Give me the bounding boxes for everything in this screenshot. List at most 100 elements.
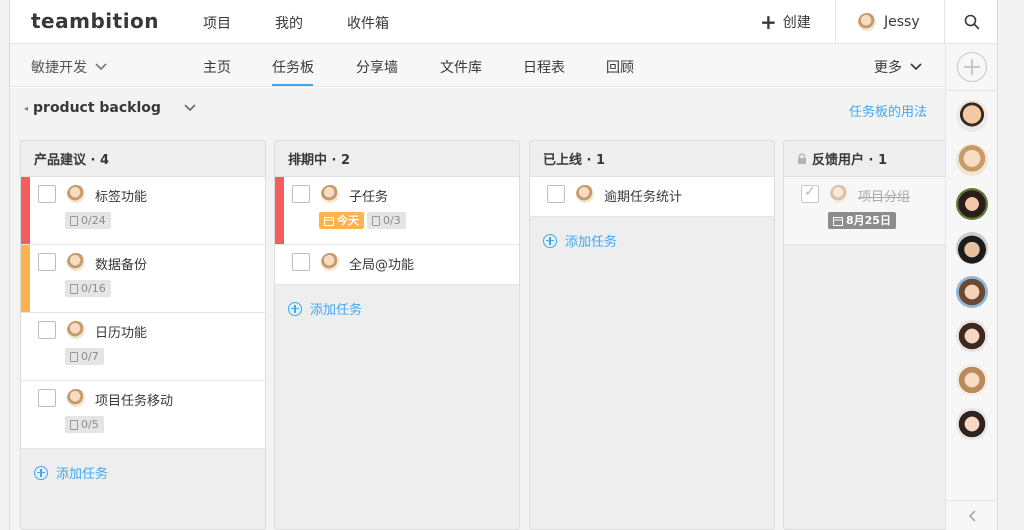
user-menu[interactable]: Jessy xyxy=(835,0,945,44)
task-title: 数据备份 xyxy=(95,258,148,273)
add-task-button[interactable]: 添加任务 xyxy=(275,285,519,332)
nav-mine[interactable]: 我的 xyxy=(275,13,303,33)
assignee-avatar xyxy=(67,185,85,203)
task-card[interactable]: 标签功能 0/24 xyxy=(21,177,265,245)
stage-bar: ◂ product backlog 任务板的用法 xyxy=(10,88,945,130)
member-avatar[interactable] xyxy=(956,188,988,220)
due-date-badge: 今天 xyxy=(319,212,364,229)
column-scheduling: 排期中 · 2 子任务 今天 0/3 全局@功能 添加任务 xyxy=(274,140,520,530)
task-title: 逾期任务统计 xyxy=(604,190,683,205)
add-task-button[interactable]: 添加任务 xyxy=(21,449,265,496)
subtask-icon xyxy=(70,351,78,362)
more-menu[interactable]: 更多 xyxy=(874,57,922,77)
tab-home[interactable]: 主页 xyxy=(203,57,231,77)
calendar-icon xyxy=(833,216,843,226)
nav-inbox[interactable]: 收件箱 xyxy=(347,13,389,33)
task-card[interactable]: 子任务 今天 0/3 xyxy=(275,177,519,245)
member-avatar[interactable] xyxy=(956,408,988,440)
assignee-avatar xyxy=(67,389,85,407)
task-checkbox[interactable] xyxy=(38,253,56,271)
add-circle-icon xyxy=(288,301,302,316)
project-name: 敏捷开发 xyxy=(31,60,87,76)
user-avatar xyxy=(858,13,876,31)
priority-bar xyxy=(21,245,30,312)
lock-icon xyxy=(798,153,806,164)
task-card[interactable]: 项目分组 8月25日 xyxy=(784,177,952,245)
add-circle-icon xyxy=(543,233,557,248)
member-avatar[interactable] xyxy=(956,144,988,176)
task-card[interactable]: 项目任务移动 0/5 xyxy=(21,381,265,449)
column-feedback-users: 反馈用户 · 1 项目分组 8月25日 xyxy=(783,140,953,530)
chevron-down-icon xyxy=(184,104,196,112)
task-card[interactable]: 全局@功能 xyxy=(275,245,519,285)
assignee-avatar xyxy=(67,253,85,271)
column-product-suggestions: 产品建议 · 4 标签功能 0/24 数据备份 0/16 日历功能 0/7 项目… xyxy=(20,140,266,530)
assignee-avatar xyxy=(67,321,85,339)
task-card[interactable]: 日历功能 0/7 xyxy=(21,313,265,381)
subtask-icon xyxy=(372,215,380,226)
task-checkbox[interactable] xyxy=(38,185,56,203)
column-header[interactable]: 已上线 · 1 xyxy=(530,141,774,177)
member-avatar[interactable] xyxy=(956,364,988,396)
tab-files[interactable]: 文件库 xyxy=(440,57,482,77)
column-header[interactable]: 产品建议 · 4 xyxy=(21,141,265,177)
add-task-label: 添加任务 xyxy=(56,467,109,482)
task-checkbox[interactable] xyxy=(292,185,310,203)
column-title: 反馈用户 · 1 xyxy=(812,153,888,168)
task-checkbox[interactable] xyxy=(292,253,310,271)
column-title: 排期中 · 2 xyxy=(288,153,351,168)
plus-icon: + xyxy=(760,10,777,34)
add-member-icon[interactable] xyxy=(957,52,987,82)
task-board: 产品建议 · 4 标签功能 0/24 数据备份 0/16 日历功能 0/7 项目… xyxy=(10,130,953,530)
member-avatar[interactable] xyxy=(956,276,988,308)
calendar-icon xyxy=(324,216,334,226)
tab-share-wall[interactable]: 分享墙 xyxy=(356,57,398,77)
logo[interactable]: teambition xyxy=(31,9,159,33)
task-card[interactable]: 数据备份 0/16 xyxy=(21,245,265,313)
project-bar: 敏捷开发 主页 任务板 分享墙 文件库 日程表 回顾 更多 xyxy=(10,44,945,87)
active-tab-indicator xyxy=(272,84,313,86)
task-checkbox-checked[interactable] xyxy=(801,184,819,203)
member-avatar[interactable] xyxy=(956,232,988,264)
tab-review[interactable]: 回顾 xyxy=(606,57,634,77)
priority-bar xyxy=(21,177,30,244)
top-bar: teambition 项目 我的 收件箱 + 创建 Jessy xyxy=(10,0,997,44)
create-button[interactable]: + 创建 xyxy=(760,12,811,32)
stage-selector[interactable]: ◂ product backlog xyxy=(24,100,196,116)
subtask-badge: 0/7 xyxy=(65,348,104,365)
more-label: 更多 xyxy=(874,60,902,76)
column-header[interactable]: 反馈用户 · 1 xyxy=(784,141,952,177)
search-button[interactable] xyxy=(946,0,997,44)
column-header[interactable]: 排期中 · 2 xyxy=(275,141,519,177)
add-task-button[interactable]: 添加任务 xyxy=(530,217,774,264)
task-title: 全局@功能 xyxy=(349,258,415,273)
app-window: teambition 项目 我的 收件箱 + 创建 Jessy 敏捷开发 主页 … xyxy=(10,0,997,530)
task-card[interactable]: 逾期任务统计 xyxy=(530,177,774,217)
task-checkbox[interactable] xyxy=(547,185,565,203)
tab-taskboard[interactable]: 任务板 xyxy=(272,57,314,77)
project-switcher[interactable]: 敏捷开发 xyxy=(31,57,107,77)
divider xyxy=(946,90,997,91)
task-checkbox[interactable] xyxy=(38,321,56,339)
subtask-badge: 0/3 xyxy=(367,212,406,229)
tab-calendar[interactable]: 日程表 xyxy=(523,57,565,77)
nav-projects[interactable]: 项目 xyxy=(203,13,231,33)
taskboard-help-link[interactable]: 任务板的用法 xyxy=(849,101,927,120)
subtask-icon xyxy=(70,215,78,226)
assignee-avatar xyxy=(321,185,339,203)
member-avatar[interactable] xyxy=(956,320,988,352)
search-icon xyxy=(964,14,979,30)
member-avatar[interactable] xyxy=(956,100,988,132)
collapse-sidebar-button[interactable] xyxy=(946,500,997,530)
subtask-icon xyxy=(70,283,78,294)
subtask-badge: 0/5 xyxy=(65,416,104,433)
task-title: 项目分组 xyxy=(858,190,911,205)
column-title: 已上线 · 1 xyxy=(543,153,606,168)
assignee-avatar xyxy=(321,253,339,271)
assignee-avatar xyxy=(576,185,594,203)
task-title: 子任务 xyxy=(349,190,389,205)
task-checkbox[interactable] xyxy=(38,389,56,407)
column-released: 已上线 · 1 逾期任务统计 添加任务 xyxy=(529,140,775,530)
assignee-avatar xyxy=(830,185,848,203)
date-badge: 8月25日 xyxy=(828,212,896,229)
